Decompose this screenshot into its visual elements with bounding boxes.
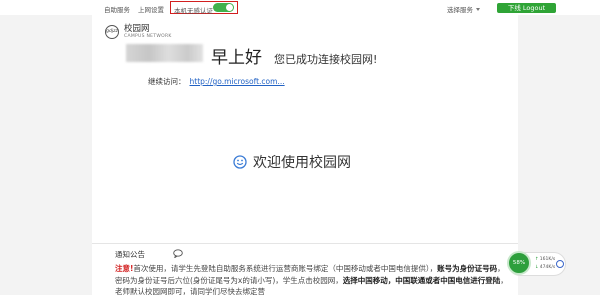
continue-visit-label: 继续访问： bbox=[148, 77, 186, 86]
widget-settings-icon[interactable] bbox=[556, 260, 564, 268]
arrow-down-icon: ↓ bbox=[535, 265, 539, 270]
welcome-message: 欢迎使用校园网 bbox=[233, 152, 351, 172]
logo-icon: gdjzz bbox=[105, 25, 119, 39]
notice-section: 通知公告 注意!首次使用，请学生先登陆自助服务系统进行运营商账号绑定（中国移动或… bbox=[92, 243, 518, 295]
usage-gauge: 58% bbox=[507, 251, 531, 275]
self-service-link[interactable]: 自助服务 bbox=[104, 4, 130, 14]
notice-body: 注意!首次使用，请学生先登陆自助服务系统进行运营商账号绑定（中国移动或者中国电信… bbox=[115, 263, 512, 295]
top-bar: 自助服务 上网设置 本机无感认证 选择服务 下线 Logout bbox=[0, 0, 600, 15]
chat-bubble-icon bbox=[173, 249, 183, 258]
brand-name: 校园网 bbox=[124, 24, 150, 34]
notice-carrier-note: 选择中国移动，中国联通或者中国电信进行登陆 bbox=[342, 275, 501, 285]
chevron-down-icon bbox=[476, 8, 480, 11]
notice-warning: 注意! bbox=[115, 264, 134, 273]
notice-title: 通知公告 bbox=[115, 250, 145, 259]
notice-line1: 首次使用，请学生先登陆自助服务系统进行运营商账号绑定（中国移动或者中国电信提供）… bbox=[133, 264, 438, 273]
continue-visit: 继续访问： http://go.microsoft.com... bbox=[148, 76, 285, 87]
seamless-auth-toggle-box: 本机无感认证 bbox=[170, 1, 238, 15]
notice-account-note: 账号为身份证号码 bbox=[437, 264, 498, 273]
upload-speed-value: 161K/s bbox=[539, 257, 556, 262]
greeting-text: 早上好 bbox=[211, 48, 262, 68]
select-service-label: 选择服务 bbox=[447, 6, 473, 14]
connected-message: 您已成功连接校园网! bbox=[274, 53, 378, 66]
redacted-username bbox=[126, 44, 203, 62]
network-speed-widget[interactable]: 58% ↑161K/s ↓474K/s bbox=[507, 251, 566, 276]
smiley-icon bbox=[233, 155, 247, 169]
upload-speed: ↑161K/s bbox=[535, 257, 555, 262]
select-service-dropdown[interactable]: 选择服务 bbox=[447, 4, 480, 14]
brand-subtitle: CAMPUS NETWORK bbox=[124, 34, 172, 39]
arrow-up-icon: ↑ bbox=[535, 257, 539, 262]
seamless-auth-label: 本机无感认证 bbox=[174, 6, 213, 15]
main-panel: gdjzz 校园网 CAMPUS NETWORK 早上好 您已成功连接校园网! … bbox=[92, 15, 518, 243]
welcome-text: 欢迎使用校园网 bbox=[253, 155, 351, 171]
seamless-auth-switch[interactable] bbox=[213, 3, 234, 12]
download-speed: ↓474K/s bbox=[535, 265, 555, 270]
switch-knob bbox=[226, 4, 233, 11]
continue-visit-link[interactable]: http://go.microsoft.com... bbox=[190, 77, 285, 86]
logout-button[interactable]: 下线 Logout bbox=[497, 3, 556, 13]
download-speed-value: 474K/s bbox=[539, 265, 556, 270]
internet-settings-link[interactable]: 上网设置 bbox=[138, 4, 164, 14]
